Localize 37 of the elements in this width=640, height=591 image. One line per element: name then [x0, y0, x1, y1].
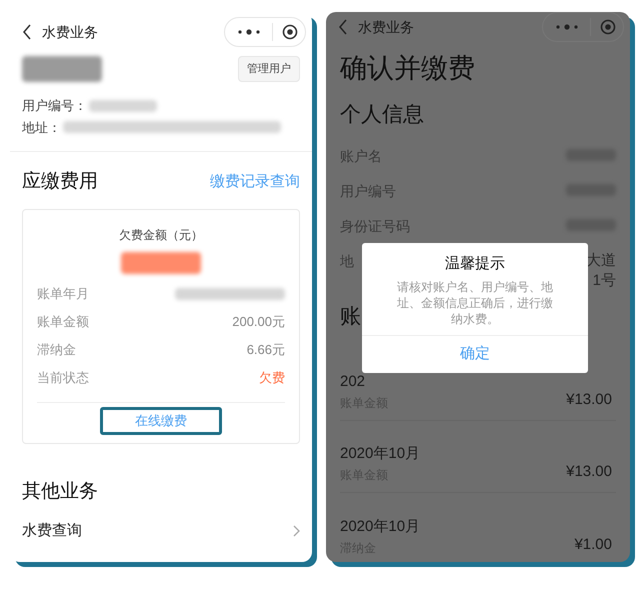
bill-amount: ¥13.00 [566, 462, 612, 482]
bill-date: 202 [340, 372, 366, 392]
close-target-icon[interactable] [282, 24, 298, 40]
row-value: 6.66元 [246, 340, 285, 359]
field-label: 用户编号： [22, 97, 87, 115]
page-title: 确认并缴费 [339, 52, 476, 85]
nav-title: 水费业务 [358, 18, 414, 36]
bill-amount: ¥13.00 [566, 390, 612, 410]
more-icon[interactable] [236, 28, 262, 36]
dialog-title: 温馨提示 [444, 254, 506, 274]
section-heading: 个人信息 [339, 102, 425, 128]
section-heading: 其他业务 [21, 480, 99, 504]
back-icon[interactable] [22, 24, 32, 40]
manage-users-button[interactable]: 管理用户 [238, 56, 300, 82]
card-title: 欠费金额（元） [118, 226, 204, 244]
row-value: 1号 [592, 271, 616, 291]
bill-date: 2020年10月 [340, 444, 420, 464]
row-label: 账单年月 [37, 284, 89, 303]
bill-date: 2020年10月 [340, 517, 420, 537]
section-heading: 账 [340, 304, 361, 330]
redacted-value [89, 100, 157, 112]
nav-title: 水费业务 [42, 22, 98, 42]
dialog-message: 请核对账户名、用户编号、地址、金额信息正确后，进行缴纳水费。 [396, 278, 554, 326]
payment-history-link[interactable]: 缴费记录查询 [210, 171, 300, 194]
row-value: 200.00元 [232, 312, 285, 331]
section-heading: 应缴费用 [22, 170, 98, 194]
bill-amount: ¥1.00 [574, 535, 612, 555]
pay-online-button[interactable]: 在线缴费 [100, 406, 222, 434]
status-value: 欠费 [259, 368, 285, 387]
confirm-button[interactable]: 确定 [362, 334, 588, 372]
row-label: 滞纳金 [37, 340, 76, 359]
row-label: 账单金额 [37, 312, 89, 331]
item-label: 水费查询 [22, 521, 82, 541]
row-label: 当前状态 [37, 368, 89, 387]
list-item[interactable]: 水费查询 [10, 520, 312, 542]
chevron-right-icon[interactable] [293, 525, 300, 538]
field-label: 地址： [22, 118, 61, 136]
